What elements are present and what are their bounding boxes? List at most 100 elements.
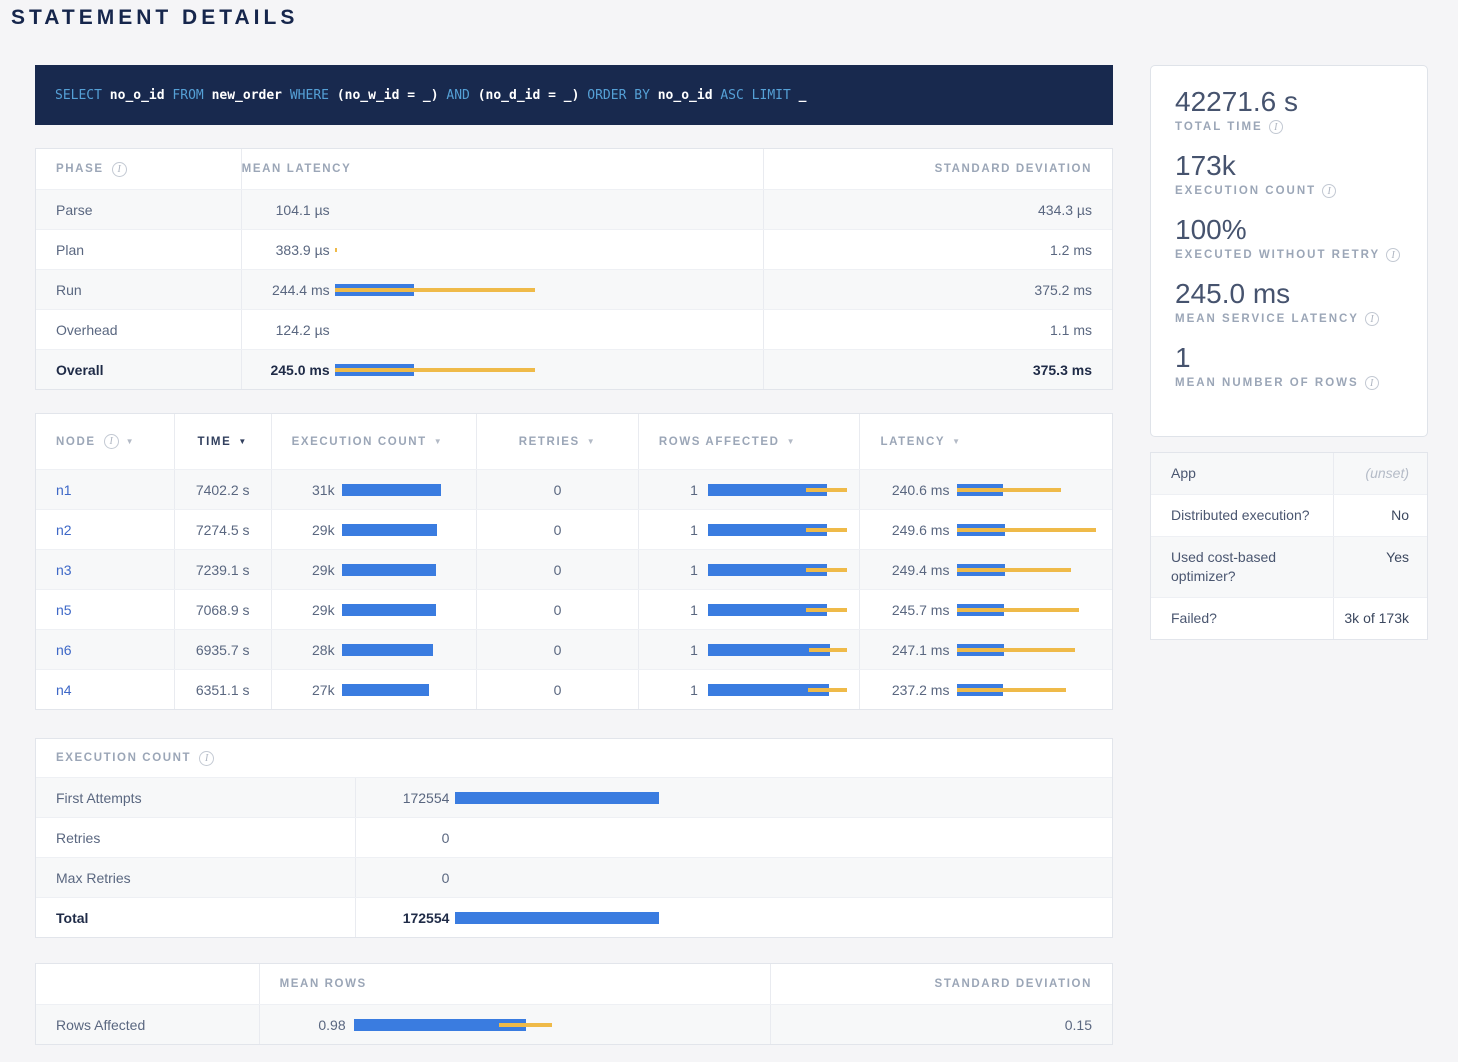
stat-mean-number-of-rows: 1 Mean Number of Rowsi [1175, 341, 1427, 390]
node-link[interactable]: n2 [56, 522, 72, 538]
mean-rows-cell: 0.98 [259, 1005, 770, 1044]
time-cell: 7274.5 s [174, 510, 271, 549]
execution-count-bar [342, 524, 437, 536]
mean-latency-value: 124.2 µs [242, 322, 330, 338]
stat-label: Executed without Retryi [1175, 248, 1427, 262]
column-header-retries[interactable]: Retries▼ [476, 414, 638, 469]
mean-latency-cell: 245.0 ms [241, 350, 763, 389]
statement-attributes-table: App (unset) Distributed execution? No Us… [1150, 452, 1428, 640]
rows-affected-bar [708, 684, 847, 696]
node-cell: n4 [36, 670, 174, 709]
retries-cell: 0 [476, 550, 638, 589]
sql-token: no_o_id [110, 88, 165, 103]
execution-count-cell: 31k [271, 470, 477, 509]
exec-row-value-cell: 0 [355, 858, 1112, 897]
column-header-mean-latency: Mean Latency [241, 149, 763, 189]
column-header-standard-deviation: Standard Deviation [763, 149, 1112, 189]
execution-count-bar [342, 684, 429, 696]
exec-row-label: Max Retries [36, 858, 355, 897]
retries-cell: 0 [476, 670, 638, 709]
attribute-row-cost-based-optimizer: Used cost-based optimizer? Yes [1151, 536, 1427, 597]
latency-bar [957, 524, 1096, 536]
latency-cell: 240.6 ms [859, 470, 1112, 509]
node-cell: n5 [36, 590, 174, 629]
column-header-time[interactable]: Time▼ [174, 414, 271, 469]
info-icon[interactable]: i [1365, 376, 1379, 390]
latency-cell: 247.1 ms [859, 630, 1112, 669]
info-icon[interactable]: i [112, 162, 127, 177]
sort-arrow-icon: ▼ [434, 437, 444, 446]
stat-value: 245.0 ms [1175, 277, 1427, 311]
info-icon[interactable]: i [104, 434, 119, 449]
node-link[interactable]: n6 [56, 642, 72, 658]
execution-count-cell: 28k [271, 630, 477, 669]
rows-affected-bar [708, 644, 847, 656]
execution-count-bar [342, 564, 436, 576]
mean-latency-value: 104.1 µs [242, 202, 330, 218]
count-bar [455, 912, 659, 924]
table-row: n4 6351.1 s 27k 0 1 237.2 ms [36, 669, 1112, 709]
sort-arrow-icon: ▼ [787, 437, 797, 446]
time-cell: 7402.2 s [174, 470, 271, 509]
node-link[interactable]: n4 [56, 682, 72, 698]
info-icon[interactable]: i [199, 751, 214, 766]
node-table-header: Nodei▼ Time▼ Execution Count▼ Retries▼ R… [36, 414, 1112, 469]
latency-bar [957, 644, 1096, 656]
column-header-execution-count[interactable]: Execution Count▼ [271, 414, 477, 469]
rows-affected-cell: 1 [638, 510, 860, 549]
table-row: Plan 383.9 µs 1.2 ms [36, 229, 1112, 269]
sort-arrow-icon: ▼ [952, 437, 962, 446]
summary-stats-card: 42271.6 s Total Timei 173k Execution Cou… [1150, 65, 1428, 437]
table-row: Overhead 124.2 µs 1.1 ms [36, 309, 1112, 349]
node-stats-table: Nodei▼ Time▼ Execution Count▼ Retries▼ R… [35, 413, 1113, 710]
info-icon[interactable]: i [1365, 312, 1379, 326]
phase-label: Overall [36, 350, 241, 389]
attribute-label: App [1151, 453, 1333, 494]
exec-row-value-cell: 0 [355, 818, 1112, 857]
sort-arrow-icon: ▼ [126, 437, 136, 446]
node-link[interactable]: n3 [56, 562, 72, 578]
mean-latency-cell: 124.2 µs [241, 310, 763, 349]
node-link[interactable]: n5 [56, 602, 72, 618]
exec-row-label: Retries [36, 818, 355, 857]
stat-value: 42271.6 s [1175, 85, 1427, 119]
column-header-empty [36, 964, 259, 1004]
node-cell: n6 [36, 630, 174, 669]
std-dev-value: 0.15 [770, 1005, 1112, 1044]
column-header-latency[interactable]: Latency▼ [859, 414, 1112, 469]
column-header-node[interactable]: Nodei▼ [36, 414, 174, 469]
sql-token: (no_w_id = _) [337, 88, 439, 103]
attribute-value: 3k of 173k [1333, 598, 1427, 639]
sql-token: _ [799, 88, 807, 103]
execution-count-table: Execution Counti First Attempts 172554 R… [35, 738, 1113, 938]
table-row: First Attempts 172554 [36, 777, 1112, 817]
mean-latency-cell: 383.9 µs [241, 230, 763, 269]
sql-token: new_order [212, 88, 282, 103]
latency-bar [957, 684, 1096, 696]
rows-affected-bar [708, 564, 847, 576]
stat-label: Mean Service Latencyi [1175, 312, 1427, 326]
rows-affected-label: Rows Affected [36, 1005, 259, 1044]
column-header-rows-affected[interactable]: Rows Affected▼ [638, 414, 860, 469]
execution-count-cell: 29k [271, 510, 477, 549]
stat-mean-service-latency: 245.0 ms Mean Service Latencyi [1175, 277, 1427, 326]
mean-latency-value: 383.9 µs [242, 242, 330, 258]
stat-value: 173k [1175, 149, 1427, 183]
table-row: Run 244.4 ms 375.2 ms [36, 269, 1112, 309]
execution-count-bar [342, 644, 433, 656]
sort-arrow-icon: ▼ [238, 437, 248, 446]
node-link[interactable]: n1 [56, 482, 72, 498]
execution-count-cell: 27k [271, 670, 477, 709]
std-dev-value: 434.3 µs [763, 190, 1112, 229]
retries-cell: 0 [476, 630, 638, 669]
info-icon[interactable]: i [1269, 120, 1283, 134]
sql-statement: SELECT no_o_id FROM new_order WHERE (no_… [35, 88, 806, 103]
phase-table: Phasei Mean Latency Standard Deviation P… [35, 148, 1113, 390]
mean-latency-cell: 104.1 µs [241, 190, 763, 229]
count-bar [455, 792, 659, 804]
info-icon[interactable]: i [1386, 248, 1400, 262]
latency-bar [957, 564, 1096, 576]
phase-label: Run [36, 270, 241, 309]
info-icon[interactable]: i [1322, 184, 1336, 198]
sql-statement-box: SELECT no_o_id FROM new_order WHERE (no_… [35, 65, 1113, 125]
